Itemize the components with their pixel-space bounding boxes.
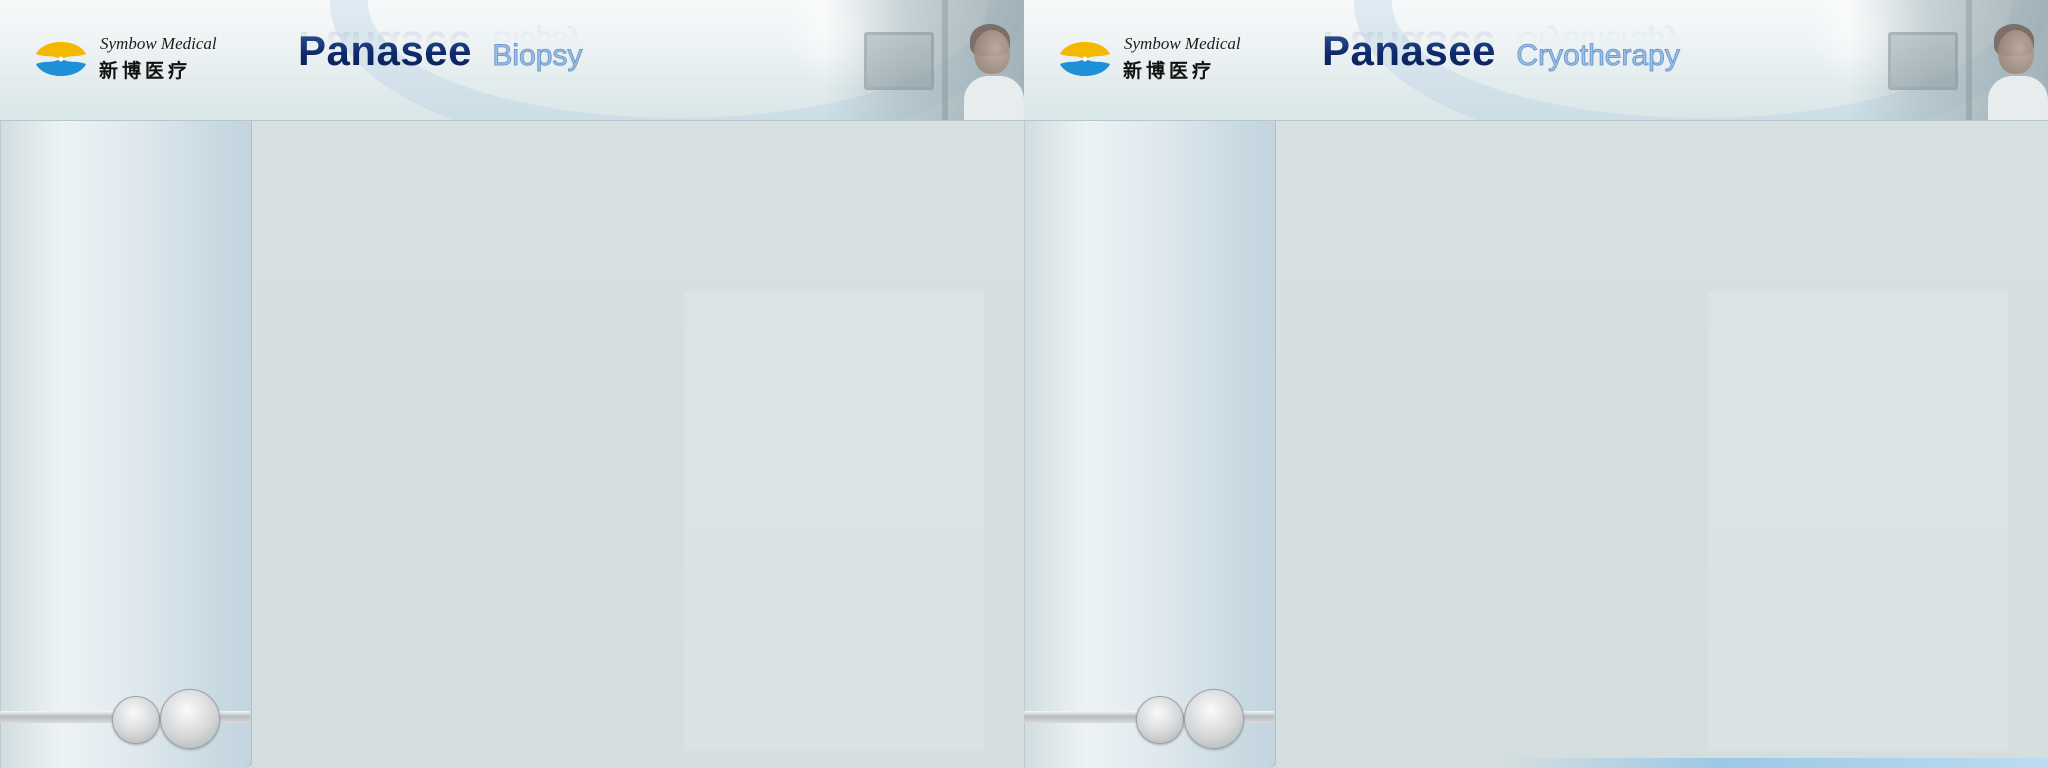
symbow-logo-icon bbox=[1060, 42, 1110, 76]
round-knob-icon[interactable] bbox=[112, 696, 160, 744]
cryotherapy-screen: Symbow Medical 新博医疗 Panasee Cryotherapy … bbox=[1024, 0, 2048, 768]
product-title-reflection: Panasee Biopsy bbox=[298, 10, 583, 70]
header-banner: Symbow Medical 新博医疗 Panasee Cryotherapy … bbox=[1024, 0, 2048, 121]
company-name-en: Symbow Medical bbox=[1124, 34, 1241, 53]
biopsy-screen: Symbow Medical 新博医疗 Panasee Biopsy Panas… bbox=[0, 0, 1024, 768]
main-content-area bbox=[1276, 121, 2048, 768]
product-title-reflection: Panasee Cryotherapy bbox=[1322, 10, 1680, 70]
person-head bbox=[1998, 30, 2034, 74]
round-knob-icon[interactable] bbox=[1184, 689, 1244, 749]
company-name-cn: 新博医疗 bbox=[99, 60, 192, 82]
photo-pole bbox=[942, 0, 948, 120]
header-clinician-photo bbox=[824, 0, 1024, 120]
sidebar-panel bbox=[1024, 121, 1277, 768]
symbow-logo-icon bbox=[36, 42, 86, 76]
main-content-area bbox=[252, 121, 1024, 768]
product-brand-reflection: Panasee bbox=[1322, 23, 1496, 70]
person-body bbox=[1988, 76, 2048, 120]
product-mode-reflection: Cryotherapy bbox=[1516, 25, 1680, 59]
photo-pole bbox=[1966, 0, 1972, 120]
monitor-icon bbox=[864, 32, 934, 90]
person-body bbox=[964, 76, 1024, 120]
content-panel-shade bbox=[1708, 291, 2008, 751]
person-head bbox=[974, 30, 1010, 74]
content-panel-shade bbox=[684, 291, 984, 751]
dual-screen-canvas: Symbow Medical 新博医疗 Panasee Biopsy Panas… bbox=[0, 0, 2048, 768]
round-knob-icon[interactable] bbox=[160, 689, 220, 749]
product-brand-reflection: Panasee bbox=[298, 23, 472, 70]
header-banner: Symbow Medical 新博医疗 Panasee Biopsy Panas… bbox=[0, 0, 1024, 121]
monitor-icon bbox=[1888, 32, 1958, 90]
product-mode-reflection: Biopsy bbox=[492, 25, 583, 59]
round-knob-icon[interactable] bbox=[1136, 696, 1184, 744]
bottom-accent-bar bbox=[1504, 758, 2048, 768]
company-name-en: Symbow Medical bbox=[100, 34, 217, 53]
sidebar-panel bbox=[0, 121, 253, 768]
header-clinician-photo bbox=[1848, 0, 2048, 120]
company-name-cn: 新博医疗 bbox=[1123, 60, 1216, 82]
